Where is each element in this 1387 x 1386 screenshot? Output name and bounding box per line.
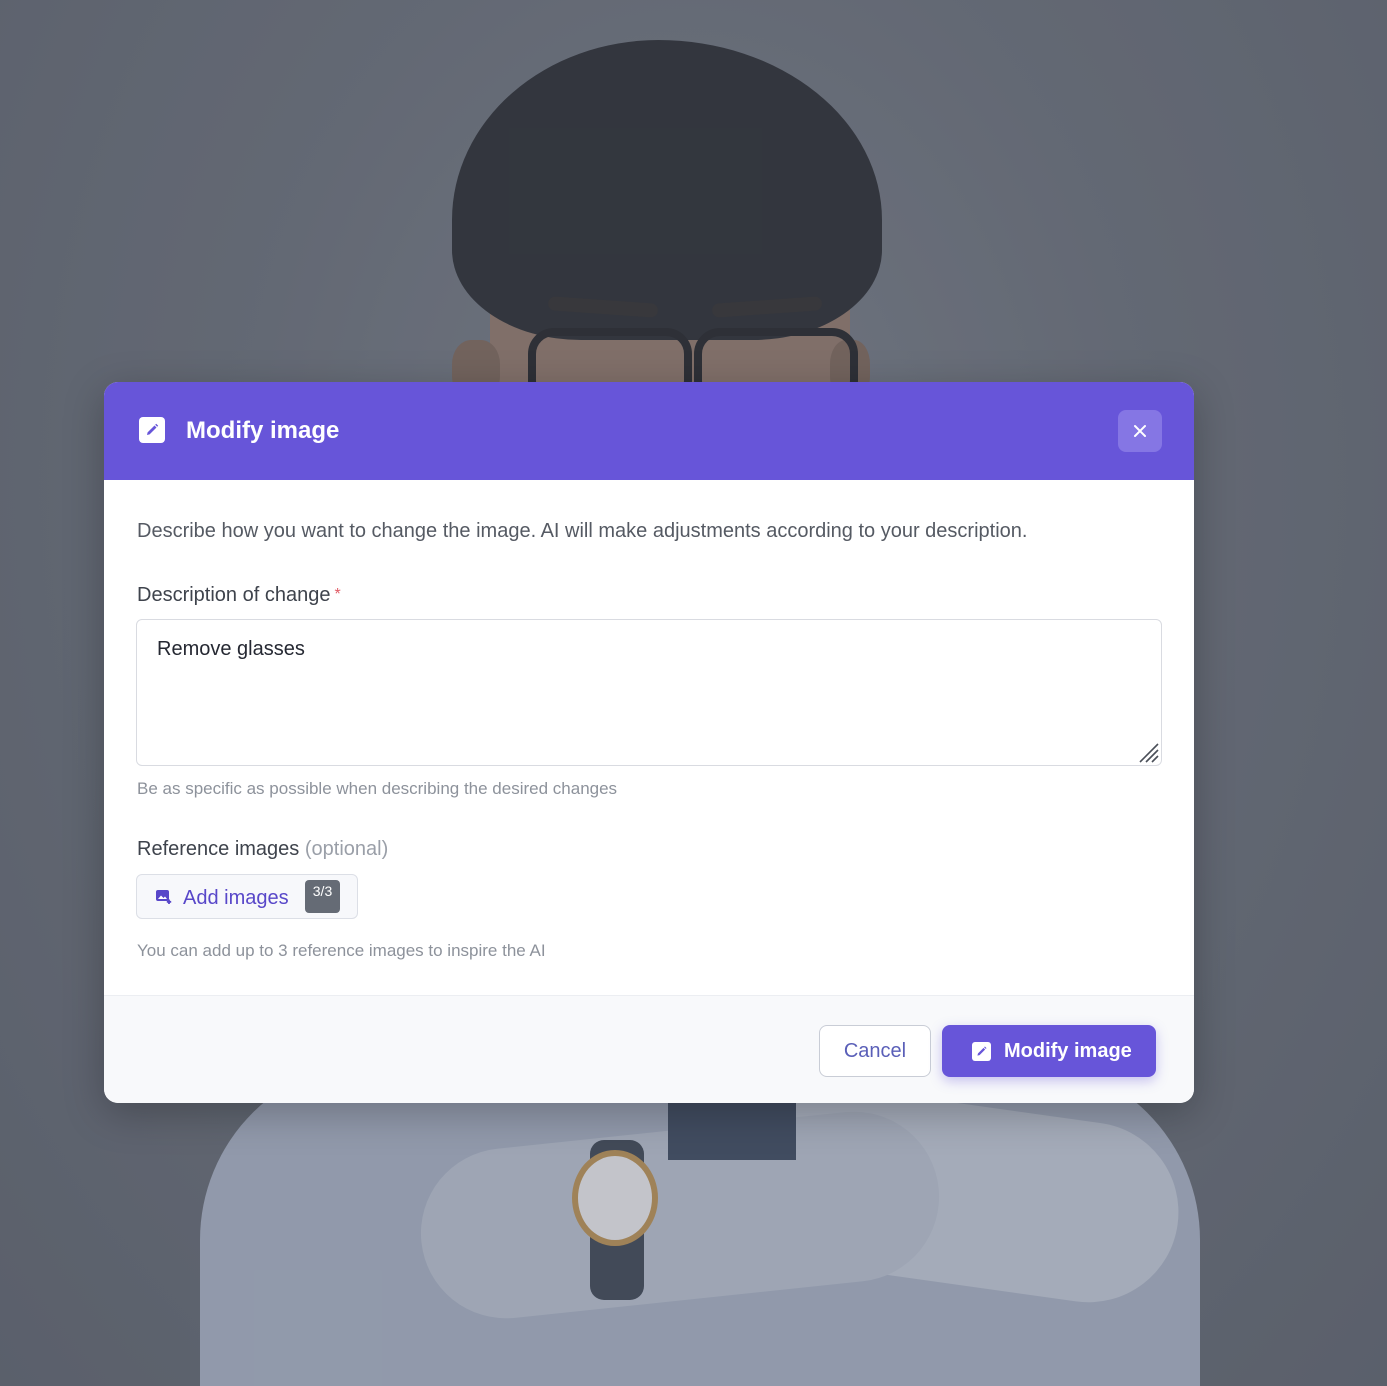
dialog-title: Modify image: [186, 417, 340, 444]
modify-image-button-label: Modify image: [1004, 1040, 1132, 1062]
cancel-button[interactable]: Cancel: [819, 1025, 931, 1077]
dialog-intro-text: Describe how you want to change the imag…: [137, 520, 1028, 542]
close-button[interactable]: [1118, 410, 1162, 452]
edit-icon: [972, 1042, 991, 1061]
modify-image-dialog: Modify image Describe how you want to ch…: [104, 382, 1194, 1103]
description-helper-text: Be as specific as possible when describi…: [137, 779, 618, 798]
close-icon: [1134, 425, 1146, 437]
description-label-text: Description of change: [137, 584, 331, 606]
modify-image-button[interactable]: Modify image: [942, 1025, 1156, 1077]
optional-note: (optional): [304, 838, 389, 860]
description-textarea[interactable]: Remove glasses: [136, 619, 1162, 766]
reference-images-label-text: Reference images: [137, 838, 300, 860]
description-label: Description of change *: [137, 582, 341, 608]
dialog-footer: Cancel Modify image: [104, 995, 1194, 1103]
required-marker: *: [334, 586, 341, 603]
add-image-icon: [156, 890, 172, 904]
add-images-label: Add images: [183, 887, 289, 909]
dialog-header: Modify image: [104, 382, 1194, 480]
reference-images-helper-text: You can add up to 3 reference images to …: [137, 941, 546, 960]
add-images-button[interactable]: Add images 3/3: [136, 874, 358, 919]
edit-icon: [139, 417, 165, 443]
resize-handle-icon[interactable]: [1136, 740, 1160, 764]
reference-images-label: Reference images (optional): [137, 836, 388, 862]
image-count-badge: 3/3: [305, 880, 340, 913]
